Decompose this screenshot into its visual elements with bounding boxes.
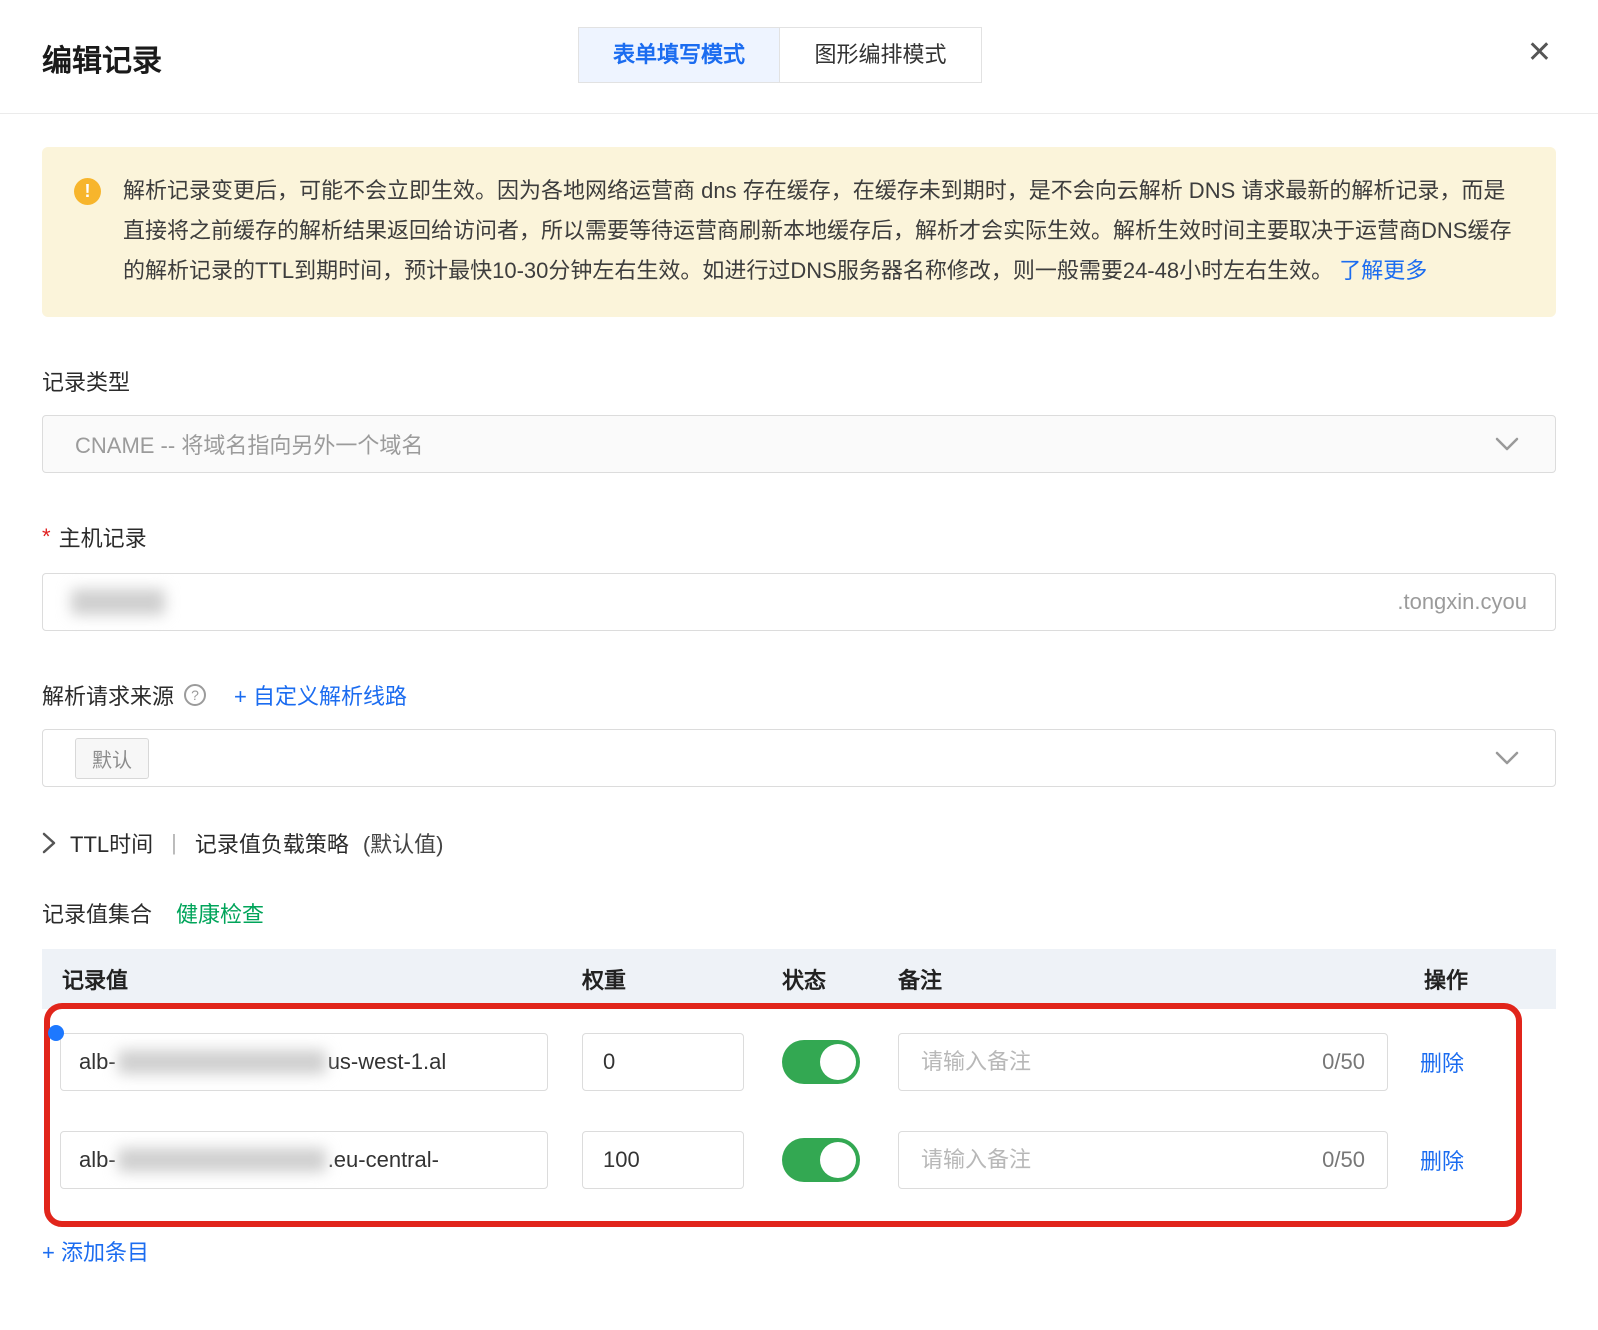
chevron-down-icon xyxy=(1495,437,1519,451)
record-set-heading: 记录值集合 健康检查 xyxy=(42,897,1556,929)
value-prefix: alb- xyxy=(79,1147,116,1172)
toggle-knob xyxy=(820,1044,856,1080)
col-header-status: 状态 xyxy=(782,968,827,993)
redacted-record-value xyxy=(117,1050,326,1074)
char-counter: 0/50 xyxy=(1322,1147,1365,1172)
line-source-label-text: 解析请求来源 xyxy=(42,684,175,709)
add-entry-link[interactable]: + 添加条目 xyxy=(42,1235,149,1267)
weight-input[interactable] xyxy=(582,1131,744,1189)
status-toggle[interactable] xyxy=(782,1040,860,1084)
remark-input[interactable] xyxy=(921,1147,1309,1173)
record-type-value: CNAME -- 将域名指向另外一个域名 xyxy=(75,433,424,458)
value-prefix: alb- xyxy=(79,1049,116,1074)
col-header-value: 记录值 xyxy=(62,968,129,993)
record-type-select[interactable]: CNAME -- 将域名指向另外一个域名 xyxy=(42,415,1556,473)
ttl-policy-toggle[interactable]: TTL时间 | 记录值负载策略 (默认值) xyxy=(42,827,1556,859)
record-value-table: 记录值 权重 状态 备注 操作 alb- us-west-1.al 0 请输入备… xyxy=(42,949,1556,1227)
ttl-label: TTL时间 xyxy=(70,832,154,857)
remark-cell: 0/50 xyxy=(898,1131,1420,1189)
custom-line-link[interactable]: + 自定义解析线路 xyxy=(234,679,407,711)
weight-input[interactable] xyxy=(582,1033,744,1091)
record-value-input[interactable]: alb- .eu-central- xyxy=(60,1131,548,1189)
action-cell: 删除 xyxy=(1420,1144,1556,1176)
remark-cell: 0/50 xyxy=(898,1033,1420,1091)
status-cell xyxy=(782,1138,898,1182)
close-icon[interactable]: ✕ xyxy=(1527,38,1552,68)
remark-input[interactable] xyxy=(921,1049,1309,1075)
status-cell xyxy=(782,1040,898,1084)
tab-form-mode[interactable]: 表单填写模式 xyxy=(578,27,780,83)
load-policy-label: 记录值负载策略 xyxy=(194,832,349,857)
record-type-label-text: 记录类型 xyxy=(42,370,131,395)
redacted-record-value xyxy=(117,1148,326,1172)
redacted-host-value xyxy=(71,589,165,615)
weight-cell xyxy=(582,1033,782,1091)
col-header-weight: 权重 xyxy=(582,968,627,993)
delete-row-link[interactable]: 删除 xyxy=(1420,1149,1464,1174)
tab-graphic-mode[interactable]: 图形编排模式 xyxy=(780,27,982,83)
table-header-row: 记录值 权重 状态 备注 操作 xyxy=(42,949,1556,1009)
edit-record-dialog: 编辑记录 表单填写模式 图形编排模式 ✕ ! 解析记录变更后，可能不会立即生效。… xyxy=(0,0,1598,1330)
host-record-label-text: 主机记录 xyxy=(58,526,147,551)
col-header-action: 操作 xyxy=(1424,968,1469,993)
action-cell: 删除 xyxy=(1420,1046,1556,1078)
chevron-down-icon xyxy=(1495,751,1519,765)
char-counter: 0/50 xyxy=(1322,1049,1365,1074)
learn-more-link[interactable]: 了解更多 xyxy=(1339,258,1427,283)
record-type-label: 记录类型 xyxy=(42,365,1556,397)
col-header-remark: 备注 xyxy=(898,968,943,993)
record-value-input[interactable]: alb- us-west-1.al xyxy=(60,1033,548,1091)
health-check-link[interactable]: 健康检查 xyxy=(176,897,264,929)
status-toggle[interactable] xyxy=(782,1138,860,1182)
help-icon[interactable]: ? xyxy=(184,684,207,706)
toggle-knob xyxy=(820,1142,856,1178)
remark-input-box: 0/50 xyxy=(898,1131,1388,1189)
dns-cache-notice: ! 解析记录变更后，可能不会立即生效。因为各地网络运营商 dns 存在缓存，在缓… xyxy=(42,147,1556,317)
page-title: 编辑记录 xyxy=(42,45,162,78)
remark-input-box: 0/50 xyxy=(898,1033,1388,1091)
default-line-tag: 默认 xyxy=(75,737,149,779)
domain-suffix: .tongxin.cyou xyxy=(1397,589,1527,614)
warning-icon: ! xyxy=(74,178,101,205)
record-value-cell: alb- us-west-1.al xyxy=(60,1033,582,1091)
ttl-separator: | xyxy=(171,830,177,855)
dialog-header: 编辑记录 表单填写模式 图形编排模式 ✕ xyxy=(0,0,1598,114)
host-record-label: * 主机记录 xyxy=(42,521,1556,553)
default-value-hint: (默认值) xyxy=(362,832,444,857)
value-suffix: us-west-1.al xyxy=(327,1049,447,1074)
line-source-label: 解析请求来源 ? + 自定义解析线路 xyxy=(42,679,1556,711)
notice-body: 解析记录变更后，可能不会立即生效。因为各地网络运营商 dns 存在缓存，在缓存未… xyxy=(123,178,1512,283)
delete-row-link[interactable]: 删除 xyxy=(1420,1051,1464,1076)
host-record-input[interactable]: .tongxin.cyou xyxy=(42,573,1556,631)
record-set-label: 记录值集合 xyxy=(42,902,153,927)
notice-text: 解析记录变更后，可能不会立即生效。因为各地网络运营商 dns 存在缓存，在缓存未… xyxy=(123,171,1520,291)
table-row: alb- .eu-central- 0/50 删除 xyxy=(42,1131,1556,1189)
chevron-right-icon xyxy=(42,832,56,854)
weight-cell xyxy=(582,1131,782,1189)
line-source-select[interactable]: 默认 xyxy=(42,729,1556,787)
required-asterisk: * xyxy=(42,524,51,549)
record-value-cell: alb- .eu-central- xyxy=(60,1131,582,1189)
value-suffix: .eu-central- xyxy=(327,1147,439,1172)
table-row: alb- us-west-1.al 0/50 删除 xyxy=(42,1033,1556,1091)
mode-tab-group: 表单填写模式 图形编排模式 xyxy=(578,27,982,83)
